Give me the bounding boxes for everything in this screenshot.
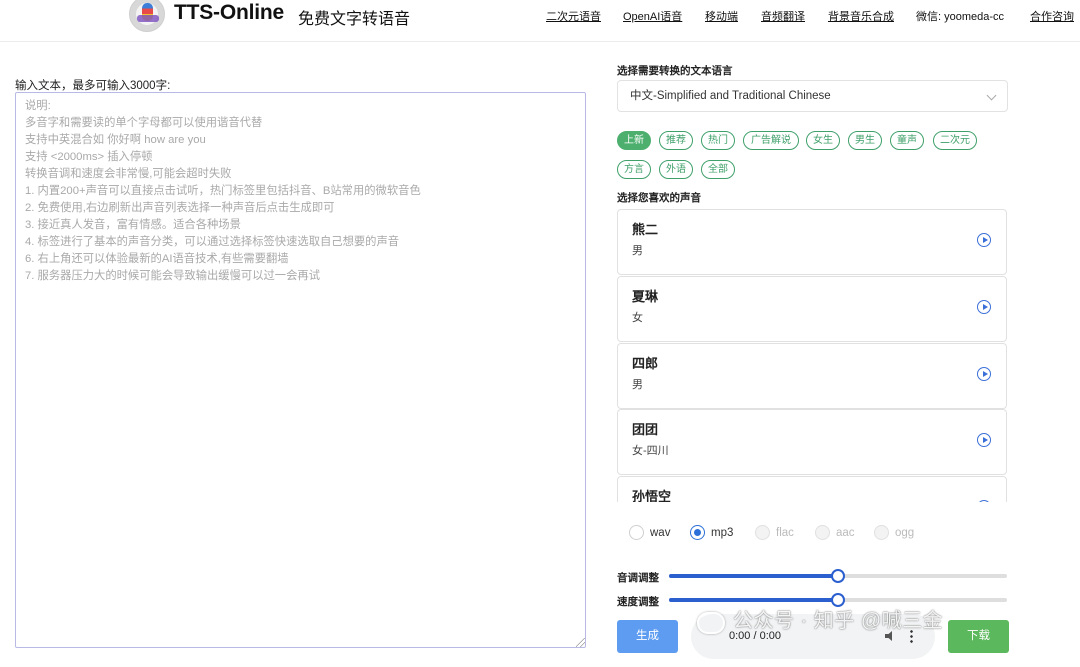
nav-mobile[interactable]: 移动端 (705, 8, 738, 24)
nav-openai-voice[interactable]: OpenAI语音 (623, 8, 682, 24)
play-icon[interactable] (977, 500, 991, 502)
radio-ogg (874, 525, 889, 540)
speed-slider-fill (669, 598, 838, 602)
voice-card[interactable]: 孙悟空 (617, 476, 1007, 502)
nav-bgm-synthesis[interactable]: 背景音乐合成 (828, 8, 894, 24)
voice-name: 团团 (632, 422, 659, 437)
resize-handle-icon[interactable] (576, 638, 585, 647)
voice-name: 夏琳 (632, 289, 659, 304)
play-icon[interactable] (977, 433, 991, 447)
pitch-slider-fill (669, 574, 838, 578)
voice-name: 孙悟空 (632, 489, 672, 502)
radio-flac (755, 525, 770, 540)
radio-mp3[interactable] (690, 525, 705, 540)
radio-aac (815, 525, 830, 540)
tag-anime[interactable]: 二次元 (933, 131, 977, 150)
pitch-slider[interactable] (669, 569, 1007, 583)
generate-button[interactable]: 生成 (617, 620, 678, 653)
play-icon[interactable] (977, 367, 991, 381)
language-selected-value: 中文-Simplified and Traditional Chinese (630, 90, 831, 102)
tag-child[interactable]: 童声 (890, 131, 924, 150)
speed-label: 速度调整 (617, 596, 659, 608)
language-label: 选择需要转换的文本语言 (617, 65, 733, 77)
format-label: ogg (895, 527, 915, 539)
format-label: mp3 (711, 527, 734, 539)
play-icon[interactable] (977, 233, 991, 247)
voice-list[interactable]: 熊二 男 夏琳 女 四郎 男 团团 女-四川 孙悟空 (617, 209, 1008, 502)
voice-name: 熊二 (632, 222, 659, 237)
brand-title[interactable]: TTS-Online (174, 1, 284, 25)
logo-icon[interactable] (129, 0, 165, 32)
tag-hot[interactable]: 热门 (701, 131, 735, 150)
voice-gender: 男 (632, 245, 643, 257)
voice-name: 四郎 (632, 356, 659, 371)
watermark-text: 公众号 · 知乎 @喊三金 (733, 610, 944, 632)
nav-wechat: 微信: yoomeda-cc (916, 11, 1005, 23)
format-label: aac (836, 527, 855, 539)
voice-gender: 女-四川 (632, 445, 669, 457)
language-select[interactable]: 中文-Simplified and Traditional Chinese (617, 80, 1008, 112)
top-header: TTS-Online 免费文字转语音 二次元语音 OpenAI语音 移动端 音频… (0, 0, 1080, 42)
text-input-label: 输入文本，最多可输入3000字: (15, 80, 171, 92)
brand-subtitle: 免费文字转语音 (298, 11, 411, 28)
pitch-label: 音调调整 (617, 572, 659, 584)
chevron-down-icon (986, 90, 997, 101)
voice-card[interactable]: 四郎 男 (617, 343, 1007, 409)
tag-ad-narration[interactable]: 广告解说 (743, 131, 799, 150)
voice-card[interactable]: 熊二 男 (617, 209, 1007, 275)
voice-card[interactable]: 夏琳 女 (617, 276, 1007, 342)
radio-wav[interactable] (629, 525, 644, 540)
tag-all[interactable]: 全部 (701, 160, 735, 179)
voice-gender: 女 (632, 312, 643, 324)
speed-slider[interactable] (669, 593, 1007, 607)
tag-recommended[interactable]: 推荐 (659, 131, 693, 150)
tag-foreign[interactable]: 外语 (659, 160, 693, 179)
download-button[interactable]: 下载 (948, 620, 1009, 653)
voice-card[interactable]: 团团 女-四川 (617, 409, 1007, 475)
nav-audio-translate[interactable]: 音频翻译 (761, 8, 805, 24)
nav-anime-voice[interactable]: 二次元语音 (546, 8, 601, 24)
format-label: flac (776, 527, 794, 539)
voice-gender: 男 (632, 379, 643, 391)
nav-cooperation[interactable]: 合作咨询 (1030, 8, 1074, 24)
wechat-watermark-icon (697, 612, 725, 634)
tag-male[interactable]: 男生 (848, 131, 882, 150)
pitch-slider-handle[interactable] (831, 569, 845, 583)
format-label: wav (650, 527, 671, 539)
play-icon[interactable] (977, 300, 991, 314)
text-input[interactable]: 说明: 多音字和需要读的单个字母都可以使用谐音代替 支持中英混合如 你好啊 ho… (15, 92, 586, 648)
tag-new[interactable]: 上新 (617, 131, 651, 150)
voice-list-label: 选择您喜欢的声音 (617, 192, 701, 204)
tag-dialect[interactable]: 方言 (617, 160, 651, 179)
tag-female[interactable]: 女生 (806, 131, 840, 150)
